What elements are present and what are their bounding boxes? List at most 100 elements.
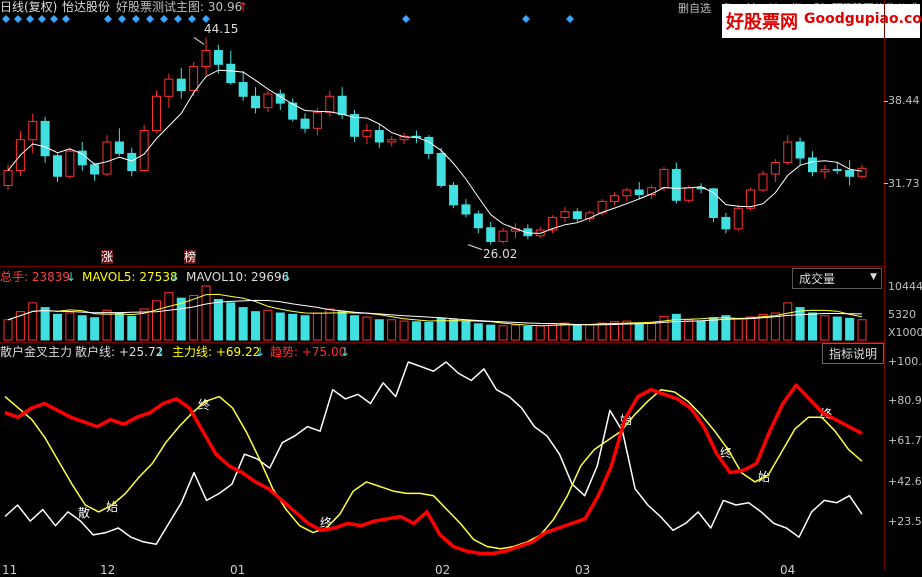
- candle-body: [671, 168, 681, 201]
- candle-body: [374, 130, 384, 143]
- retail-line: [4, 361, 863, 545]
- candle-body: [424, 136, 434, 154]
- volume-bar: [325, 308, 335, 341]
- volume-y-label: 5320: [888, 308, 916, 321]
- signal-diamond-icon: [38, 15, 46, 23]
- volume-bar: [857, 319, 867, 341]
- candle-body: [461, 204, 471, 215]
- signal-diamond-icon: [2, 15, 10, 23]
- candle-body: [845, 170, 855, 177]
- volume-bar: [560, 322, 570, 341]
- volume-bar: [90, 317, 100, 341]
- volume-bar: [399, 320, 409, 341]
- candle-body: [164, 78, 174, 97]
- volume-bar: [696, 320, 706, 341]
- candle-body: [65, 150, 75, 177]
- candle-body: [189, 66, 199, 92]
- signal-diamond-icon: [160, 15, 168, 23]
- candle-body: [263, 93, 273, 109]
- candle-body: [572, 211, 582, 220]
- volume-bar: [102, 309, 112, 341]
- volume-bar: [449, 319, 459, 341]
- candle-body: [238, 82, 248, 97]
- candle-body: [684, 187, 694, 201]
- candle-body: [28, 120, 38, 141]
- volume-bar: [424, 321, 434, 341]
- volume-bar: [312, 312, 322, 341]
- signal-diamond-icon: [132, 15, 140, 23]
- candle-body: [251, 95, 261, 109]
- candle-body: [807, 157, 817, 173]
- volume-bar: [783, 302, 793, 341]
- volume-bar: [77, 315, 87, 341]
- low-pointer: [467, 244, 483, 251]
- volume-bar: [671, 313, 681, 341]
- volume-bar: [350, 315, 360, 341]
- signal-diamond-icon: [146, 15, 154, 23]
- volume-bar: [337, 311, 347, 341]
- candle-body: [622, 189, 632, 197]
- candle-body: [795, 141, 805, 159]
- volume-bar: [795, 307, 805, 341]
- indicator-y-label: +23.58: [888, 515, 922, 528]
- signal-diamond-icon: [104, 15, 112, 23]
- candle-body: [820, 168, 830, 173]
- volume-bar: [486, 324, 496, 341]
- volume-bar: [684, 319, 694, 341]
- volume-bar: [498, 325, 508, 341]
- candle-body: [226, 63, 236, 84]
- candle-body: [300, 118, 310, 129]
- signal-diamond-icon: [402, 15, 410, 23]
- candle-body: [783, 141, 793, 164]
- signal-diamond-icon: [26, 15, 34, 23]
- signal-diamond-icon: [174, 15, 182, 23]
- volume-bar: [213, 299, 223, 341]
- candle-body: [770, 162, 780, 175]
- candle-body: [449, 184, 459, 206]
- signal-diamond-icon: [62, 15, 70, 23]
- candle-body: [857, 167, 867, 177]
- volume-bar: [53, 313, 63, 341]
- volume-bar: [226, 302, 236, 341]
- volume-unit-label: X1000: [888, 326, 922, 339]
- candle-body: [362, 130, 372, 137]
- candle-body: [53, 155, 63, 177]
- signal-diamond-icon: [566, 15, 574, 23]
- candle-body: [114, 141, 124, 154]
- signal-diamond-icon: [522, 15, 530, 23]
- volume-bar: [374, 319, 384, 341]
- volume-bar: [387, 319, 397, 341]
- volume-bar: [585, 323, 595, 341]
- price-y-label: 31.73: [888, 177, 920, 190]
- volume-bar: [288, 313, 298, 341]
- volume-bar: [634, 322, 644, 341]
- candle-body: [473, 213, 483, 229]
- indicator-y-label: +100.0: [888, 355, 922, 368]
- candle-body: [758, 173, 768, 191]
- volume-bar: [275, 312, 285, 341]
- indicator-y-label: +42.69: [888, 475, 922, 488]
- candle-body: [609, 195, 619, 202]
- volume-bar: [362, 316, 372, 341]
- volume-bar: [535, 325, 545, 341]
- volume-bar: [114, 312, 124, 341]
- candle-body: [337, 95, 347, 116]
- candle-body: [634, 189, 644, 196]
- volume-bar: [164, 292, 174, 341]
- chart-canvas[interactable]: [0, 0, 884, 570]
- indicator-y-label: +61.79: [888, 434, 922, 447]
- candle-body: [152, 95, 162, 132]
- candle-body: [560, 211, 570, 218]
- candle-body: [498, 230, 508, 242]
- candle-body: [3, 170, 13, 186]
- candle-body: [325, 95, 335, 113]
- volume-bar: [127, 315, 137, 341]
- candle-body: [387, 139, 397, 143]
- candle-body: [721, 216, 731, 230]
- volume-bar: [251, 311, 261, 341]
- volume-bar: [548, 323, 558, 341]
- y-axis-line: [884, 0, 885, 570]
- signal-diamond-icon: [14, 15, 22, 23]
- volume-bar: [832, 316, 842, 341]
- volume-bar: [820, 315, 830, 341]
